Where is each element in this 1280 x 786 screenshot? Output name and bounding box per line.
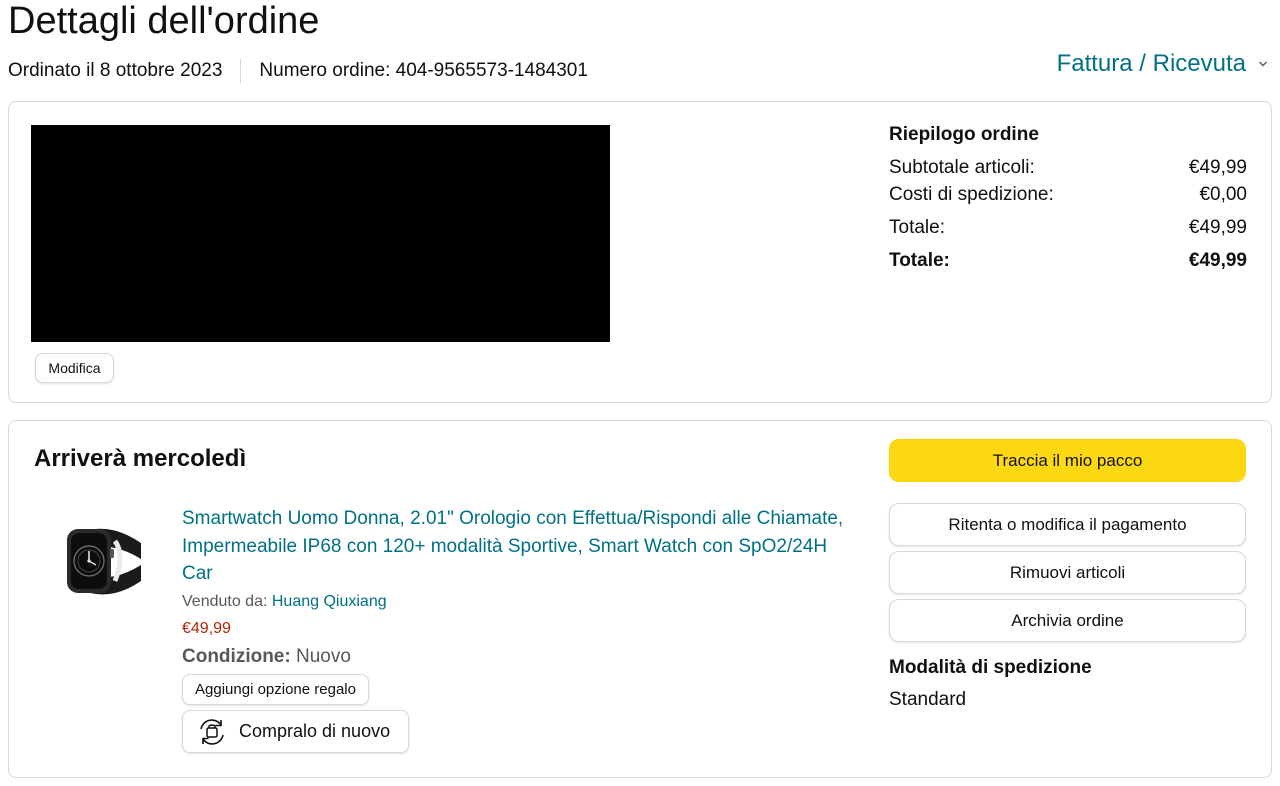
summary-label: Subtotale articoli: [889,157,1035,178]
summary-value: €0,00 [1199,184,1247,205]
order-info-card: Modifica Riepilogo ordine Subtotale arti… [8,101,1272,403]
product-title-link[interactable]: Smartwatch Uomo Donna, 2.01" Orologio co… [182,505,862,588]
summary-label: Totale: [889,217,945,238]
summary-row-grand-total: Totale: €49,99 [889,247,1247,274]
buy-again-label: Compralo di nuovo [239,721,391,741]
summary-row-total: Totale: €49,99 [889,214,1247,241]
order-meta: Ordinato il 8 ottobre 2023 Numero ordine… [8,58,588,84]
page-title: Dettagli dell'ordine [8,0,320,42]
retry-payment-button[interactable]: Ritenta o modifica il pagamento [889,503,1246,546]
seller-link[interactable]: Huang Qiuxiang [272,593,387,610]
shipping-method-value: Standard [889,689,967,710]
remove-items-button[interactable]: Rimuovi articoli [889,551,1246,594]
summary-value: €49,99 [1188,217,1247,238]
edit-address-button[interactable]: Modifica [35,353,114,383]
product-condition: Condizione: Nuovo [182,644,862,670]
smartwatch-product-image[interactable] [49,515,149,607]
order-number: Numero ordine: 404-9565573-1484301 [259,60,588,81]
summary-value: €49,99 [1188,250,1247,271]
add-gift-option-button[interactable]: Aggiungi opzione regalo [182,674,369,705]
invoice-link-label: Fattura / Ricevuta [1056,50,1246,77]
order-date: Ordinato il 8 ottobre 2023 [8,60,223,81]
condition-label: Condizione: [182,645,291,667]
arrival-status: Arriverà mercoledì [34,445,247,472]
invoice-dropdown[interactable]: Fattura / Ricevuta [1057,50,1268,78]
product-price: €49,99 [182,619,231,637]
order-summary: Riepilogo ordine Subtotale articoli: €49… [889,124,1247,274]
archive-order-button[interactable]: Archivia ordine [889,599,1246,642]
condition-value: Nuovo [295,645,351,667]
shipment-card: Arriverà mercoledì Smartwatch Uomo Donna… [8,420,1272,778]
shipping-method-title: Modalità di spedizione [889,657,1092,678]
meta-divider [240,59,242,83]
order-summary-title: Riepilogo ordine [889,124,1039,145]
summary-label: Totale: [889,250,950,271]
sold-by-label: Venduto da: [182,592,268,610]
chevron-down-icon [1259,61,1267,67]
summary-row-shipping: Costi di spedizione: €0,00 [889,181,1247,208]
track-package-button[interactable]: Traccia il mio pacco [889,439,1246,482]
sold-by: Venduto da: Huang Qiuxiang [182,591,862,613]
summary-row-subtotal: Subtotale articoli: €49,99 [889,154,1247,181]
redacted-address-block [31,125,610,342]
buy-again-icon [200,718,224,745]
summary-value: €49,99 [1188,157,1247,178]
buy-again-button[interactable]: Compralo di nuovo [182,710,409,753]
summary-label: Costi di spedizione: [889,184,1054,205]
product-info: Smartwatch Uomo Donna, 2.01" Orologio co… [182,505,862,670]
